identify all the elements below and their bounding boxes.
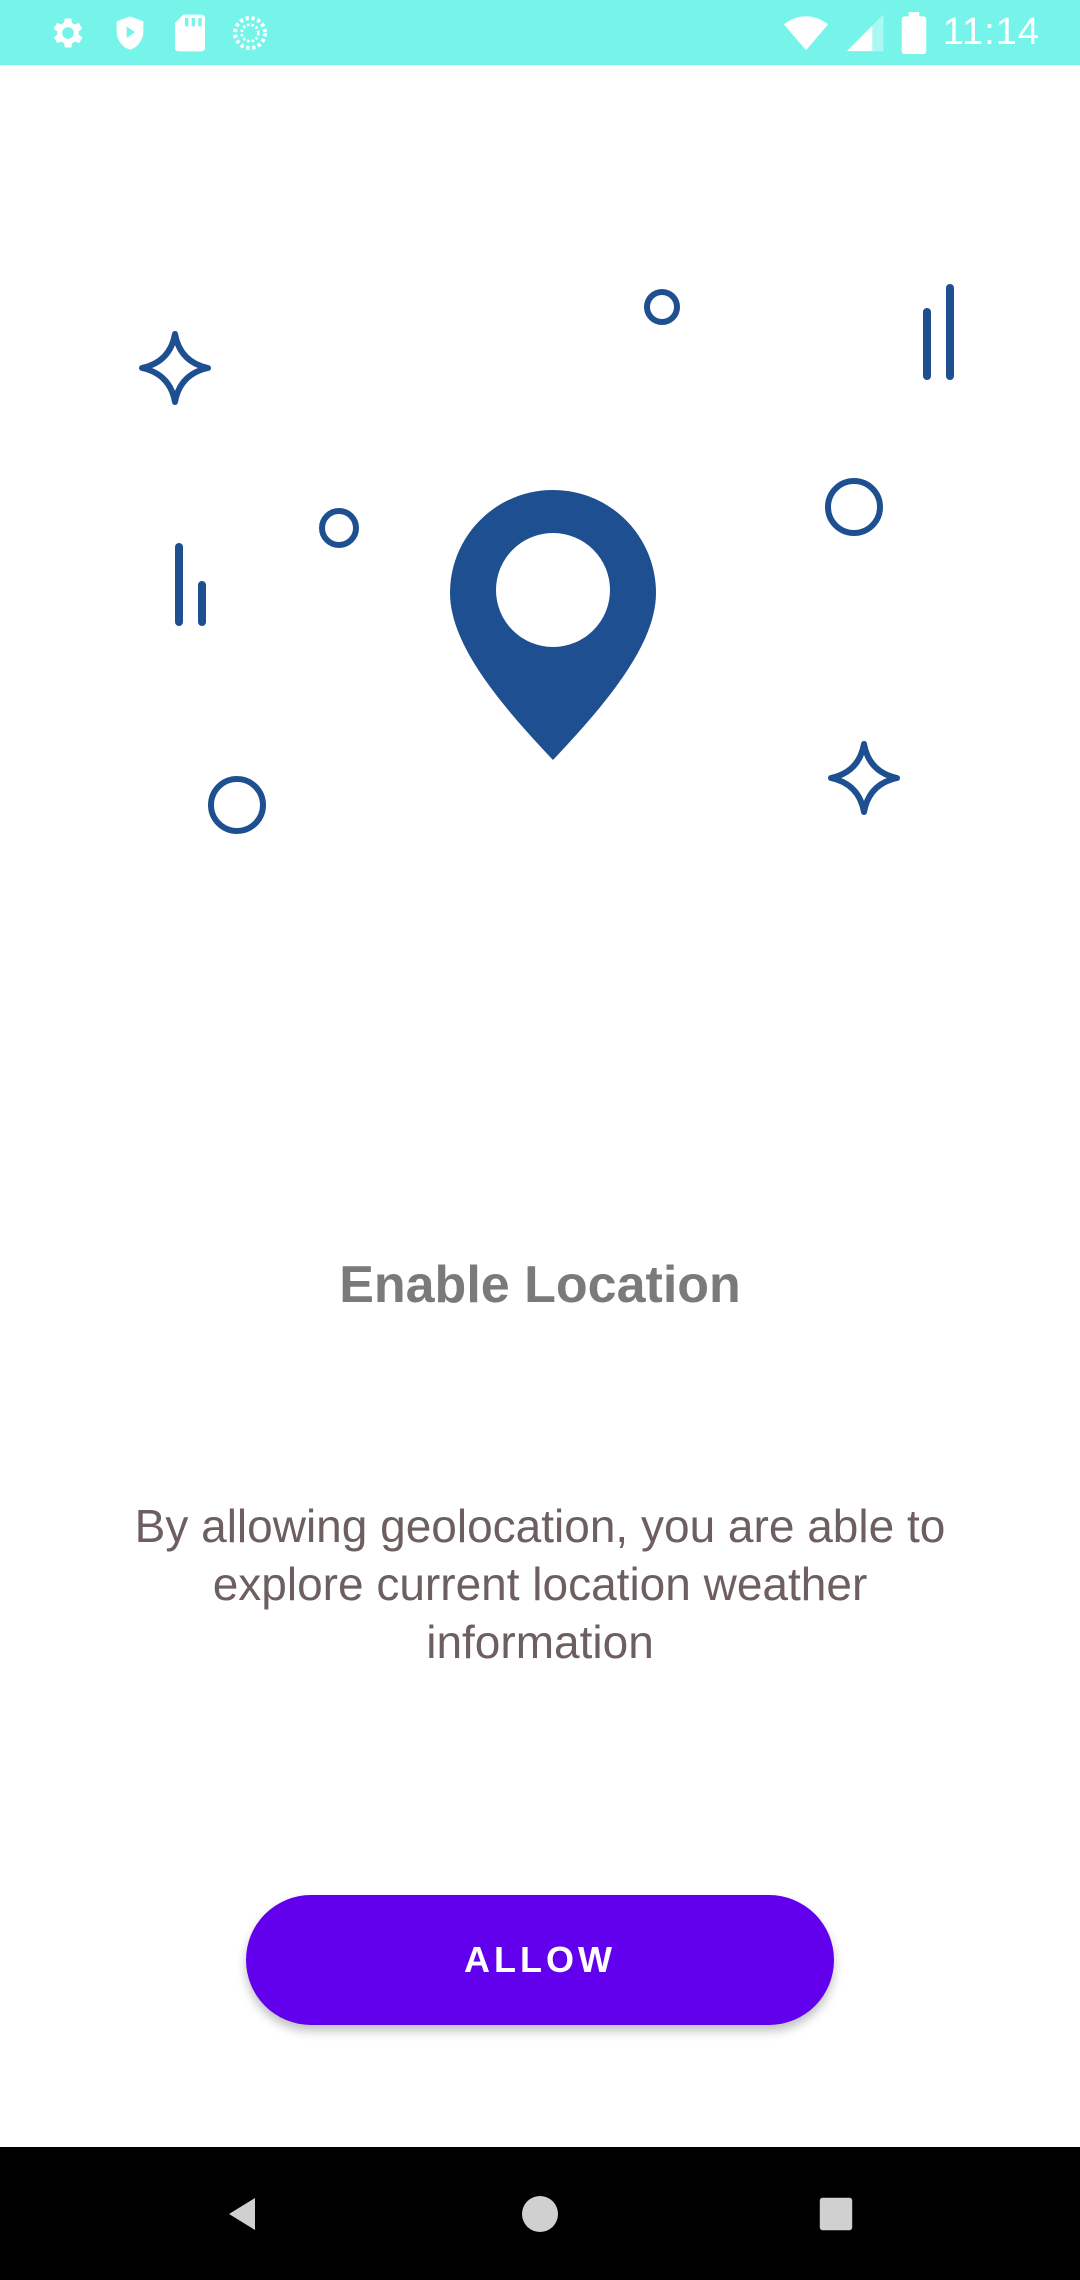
battery-icon [901, 11, 926, 54]
back-button[interactable] [203, 2177, 283, 2251]
circle-decoration [208, 776, 266, 834]
navigation-bar [0, 2147, 1080, 2280]
location-pin-hole [496, 533, 610, 647]
page-description: By allowing geolocation, you are able to… [134, 1500, 946, 1668]
enable-location-screen: 11:14 Enable Location By allowing geoloc… [0, 0, 1080, 2280]
circle-decoration [825, 478, 883, 536]
wifi-icon [783, 15, 828, 50]
status-right-icons: 11:14 [783, 10, 1040, 55]
back-icon [229, 2198, 255, 2230]
status-time: 11:14 [942, 11, 1040, 53]
home-icon [522, 2196, 558, 2232]
circle-decoration [319, 508, 359, 548]
location-illustration [139, 284, 954, 834]
page-title: Enable Location [339, 1256, 741, 1314]
status-left-icons [48, 10, 270, 55]
sparkle-icon [139, 331, 211, 405]
status-bar: 11:14 [0, 0, 1080, 65]
allow-button[interactable]: ALLOW [246, 1895, 834, 2025]
sd-card-icon [175, 14, 205, 51]
signal-icon [846, 14, 883, 51]
settings-icon [53, 18, 83, 47]
sync-circle-icon [233, 15, 267, 50]
home-button[interactable] [500, 2177, 580, 2251]
sparkle-icon [828, 741, 900, 815]
recents-icon [819, 2197, 853, 2231]
circle-decoration [644, 289, 680, 325]
shield-play-icon [116, 15, 144, 50]
recents-button[interactable] [796, 2177, 876, 2251]
